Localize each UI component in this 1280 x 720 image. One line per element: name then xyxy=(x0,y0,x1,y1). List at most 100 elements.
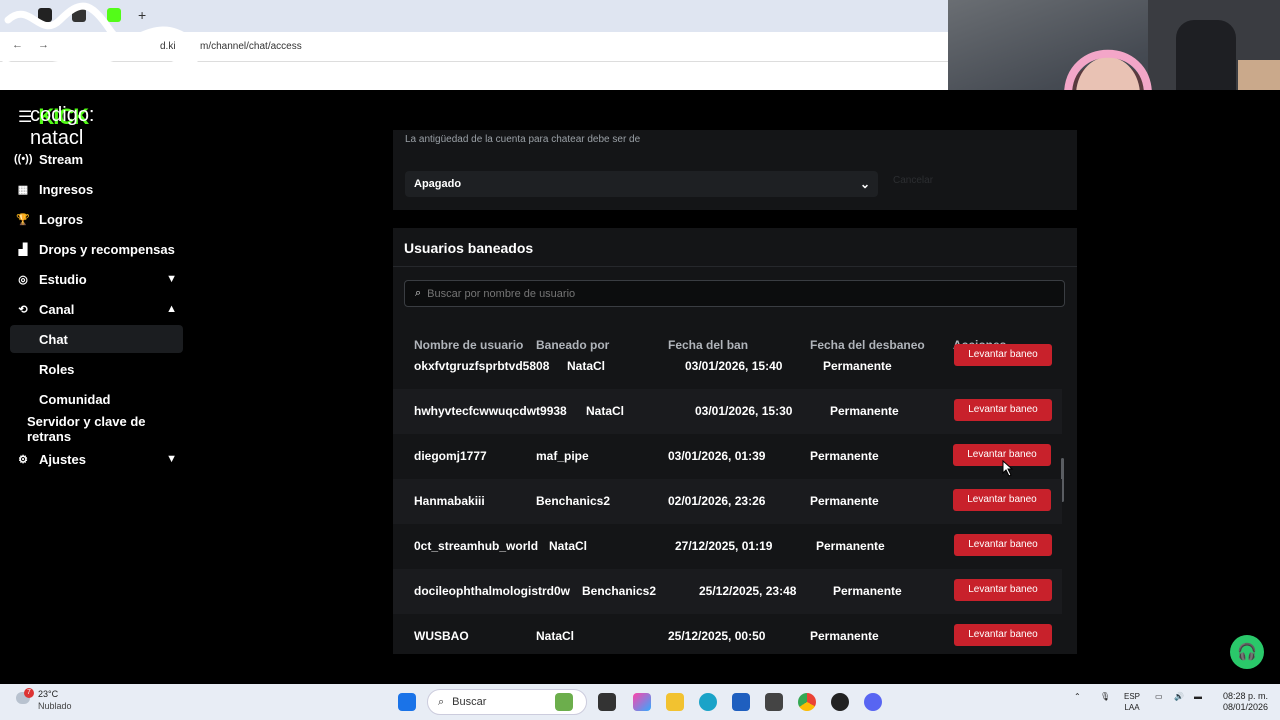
sidebar-item-logros[interactable]: 🏆 Logros xyxy=(10,205,183,233)
file-explorer-icon[interactable] xyxy=(666,693,684,711)
lift-ban-button[interactable]: Levantar baneo xyxy=(954,344,1052,366)
chart-icon: ▦ xyxy=(17,183,29,196)
sidebar-item-label: Ingresos xyxy=(39,181,94,197)
cell-username: okxfvtgruzfsprbtvd5808 xyxy=(414,359,550,373)
cell-unban-date: Permanente xyxy=(830,404,899,418)
cell-username: Hanmabakiii xyxy=(414,494,485,508)
stream-overlay-logo xyxy=(2,2,198,95)
windows-start-icon[interactable] xyxy=(398,693,416,711)
cell-banned-by: NataCl xyxy=(586,404,625,418)
sidebar-item-label: Drops y recompensas xyxy=(39,241,175,257)
cell-unban-date: Permanente xyxy=(823,359,892,373)
table-row: okxfvtgruzfsprbtvd5808 NataCl 03/01/2026… xyxy=(393,344,1062,389)
app-icon[interactable] xyxy=(765,693,783,711)
cell-unban-date: Permanente xyxy=(816,539,885,553)
clock-date: 08/01/2026 xyxy=(1222,702,1268,712)
lift-ban-button[interactable]: Levantar baneo xyxy=(954,624,1052,646)
sidebar-item-label: Chat xyxy=(39,331,68,347)
weather-condition: Nublado xyxy=(38,701,72,711)
mouse-cursor-icon xyxy=(1002,460,1014,477)
sidebar-item-ingresos[interactable]: ▦ Ingresos xyxy=(10,175,183,203)
overlay-code-text: codigo: natacl xyxy=(30,104,95,149)
account-age-select[interactable]: Apagado ⌄ xyxy=(405,171,878,197)
microphone-icon[interactable]: 🎙 xyxy=(1100,691,1110,702)
keyboard-layout: LAA xyxy=(1124,703,1140,712)
table-row: WUSBAO NataCl 25/12/2025, 00:50 Permanen… xyxy=(393,614,1062,654)
battery-icon[interactable]: ▬ xyxy=(1194,691,1202,702)
account-age-note: La antigüedad de la cuenta para chatear … xyxy=(405,134,641,145)
table-row: 0ct_streamhub_world NataCl 27/12/2025, 0… xyxy=(393,524,1062,569)
store-icon[interactable] xyxy=(732,693,750,711)
search-icon: ⌕ xyxy=(438,695,445,708)
chrome-icon[interactable] xyxy=(798,693,816,711)
drops-icon: ▟ xyxy=(18,243,28,256)
cancel-button[interactable]: Cancelar xyxy=(893,175,933,186)
studio-icon: ◎ xyxy=(18,273,28,286)
copilot-icon[interactable] xyxy=(633,693,651,711)
table-row: docileophthalmologistrd0w Benchanics2 25… xyxy=(393,569,1062,614)
weather-temperature: 23°C xyxy=(38,689,59,699)
sidebar-item-label: Ajustes xyxy=(39,451,86,467)
discord-icon[interactable] xyxy=(864,693,882,711)
search-icon: ⌕ xyxy=(415,287,422,299)
taskbar-search-placeholder: Buscar xyxy=(452,696,487,708)
system-clock[interactable]: 08:28 p. m. 08/01/2026 xyxy=(1212,691,1268,713)
broadcast-icon: ((•)) xyxy=(14,153,33,165)
obs-icon[interactable] xyxy=(831,693,849,711)
sidebar-item-estudio[interactable]: ◎ Estudio ▼ xyxy=(10,265,183,293)
cell-username: diegomj1777 xyxy=(414,449,487,463)
cell-username: 0ct_streamhub_world xyxy=(414,539,539,553)
select-value: Apagado xyxy=(414,178,462,190)
cell-ban-date: 25/12/2025, 00:50 xyxy=(668,629,766,643)
cell-ban-date: 02/01/2026, 23:26 xyxy=(668,494,766,508)
support-chat-button[interactable]: 🎧 xyxy=(1230,635,1264,669)
search-input[interactable] xyxy=(427,287,1028,300)
language-code: ESP xyxy=(1124,692,1141,701)
address-url[interactable]: m/channel/chat/access xyxy=(200,41,302,52)
lift-ban-button[interactable]: Levantar baneo xyxy=(954,534,1052,556)
lift-ban-button[interactable]: Levantar baneo xyxy=(953,489,1051,511)
cell-ban-date: 03/01/2026, 15:40 xyxy=(685,359,783,373)
cell-username: WUSBAO xyxy=(414,629,469,643)
edge-icon[interactable] xyxy=(699,693,717,711)
cell-ban-date: 03/01/2026, 15:30 xyxy=(695,404,793,418)
cell-username: docileophthalmologistrd0w xyxy=(414,584,571,598)
search-field[interactable]: ⌕ xyxy=(404,280,1065,307)
chevron-down-icon: ▼ xyxy=(166,453,177,465)
sidebar-item-canal[interactable]: ⟲ Canal ▲ xyxy=(10,295,183,323)
cell-unban-date: Permanente xyxy=(810,629,879,643)
gear-icon: ⚙ xyxy=(18,453,28,466)
clock-time: 08:28 p. m. xyxy=(1222,691,1268,701)
chevron-down-icon: ⌄ xyxy=(859,177,870,191)
sidebar-item-roles[interactable]: Roles xyxy=(10,355,183,383)
cell-ban-date: 25/12/2025, 23:48 xyxy=(699,584,797,598)
cell-username: hwhyvtecfcwwuqcdwt9938 xyxy=(414,404,567,418)
cell-ban-date: 27/12/2025, 01:19 xyxy=(675,539,773,553)
task-view-icon[interactable] xyxy=(598,693,616,711)
cell-banned-by: NataCl xyxy=(549,539,588,553)
sidebar-item-stream[interactable]: ((•)) Stream xyxy=(10,145,183,173)
cell-banned-by: Benchanics2 xyxy=(582,584,657,598)
lift-ban-button[interactable]: Levantar baneo xyxy=(954,399,1052,421)
canal-icon: ⟲ xyxy=(18,303,28,316)
monitor-icon[interactable]: ▭ xyxy=(1155,691,1163,702)
cell-banned-by: Benchanics2 xyxy=(536,494,611,508)
sidebar-item-ajustes[interactable]: ⚙ Ajustes ▼ xyxy=(10,445,183,473)
volume-icon[interactable]: 🔊 xyxy=(1174,691,1184,702)
sidebar-item-servidor[interactable]: Servidor y clave de retrans xyxy=(10,414,183,444)
divider xyxy=(393,266,1077,267)
cell-banned-by: maf_pipe xyxy=(536,449,589,463)
cell-unban-date: Permanente xyxy=(833,584,902,598)
table-row: hwhyvtecfcwwuqcdwt9938 NataCl 03/01/2026… xyxy=(393,389,1062,434)
cell-unban-date: Permanente xyxy=(810,449,879,463)
chevron-up-icon[interactable]: ⌃ xyxy=(1074,691,1081,702)
sidebar-item-comunidad[interactable]: Comunidad xyxy=(10,385,183,413)
language-indicator[interactable]: ESP LAA xyxy=(1124,691,1140,713)
table-row: Hanmabakiii Benchanics2 02/01/2026, 23:2… xyxy=(393,479,1062,524)
sidebar-item-label: Logros xyxy=(39,211,84,227)
lift-ban-button[interactable]: Levantar baneo xyxy=(954,579,1052,601)
sidebar-item-chat[interactable]: Chat xyxy=(10,325,183,353)
weather-widget[interactable]: 23°C Nublado xyxy=(16,688,72,712)
sidebar-item-drops[interactable]: ▟ Drops y recompensas xyxy=(10,235,183,263)
headset-icon: 🎧 xyxy=(1237,644,1257,661)
